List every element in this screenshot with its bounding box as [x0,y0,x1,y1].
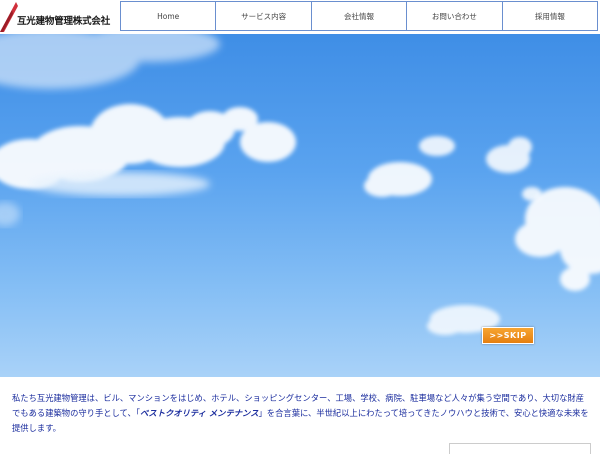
intro-emphasis: ベストクオリティ メンテナンス [139,408,259,418]
skip-button[interactable]: >>SKIP [482,327,534,344]
clouds-image [0,34,600,335]
site-header: 互光建物管理株式会社 Home サービス内容 会社情報 お問い合わせ 採用情報 [0,0,600,34]
nav-recruit[interactable]: 採用情報 [503,2,597,30]
hero-sky-image: >>SKIP [0,34,600,377]
nav-home[interactable]: Home [121,2,217,30]
nav-contact[interactable]: お問い合わせ [407,2,503,30]
company-logo[interactable]: 互光建物管理株式会社 [0,2,118,32]
logo-mark-icon [0,2,18,32]
content-box-partial [449,443,591,454]
nav-services[interactable]: サービス内容 [216,2,312,30]
main-nav: Home サービス内容 会社情報 お問い合わせ 採用情報 [120,1,598,31]
intro-paragraph: 私たち互光建物管理は、ビル、マンションをはじめ、ホテル、ショッピングセンター、工… [12,391,590,436]
nav-company[interactable]: 会社情報 [312,2,408,30]
company-name: 互光建物管理株式会社 [17,16,111,27]
